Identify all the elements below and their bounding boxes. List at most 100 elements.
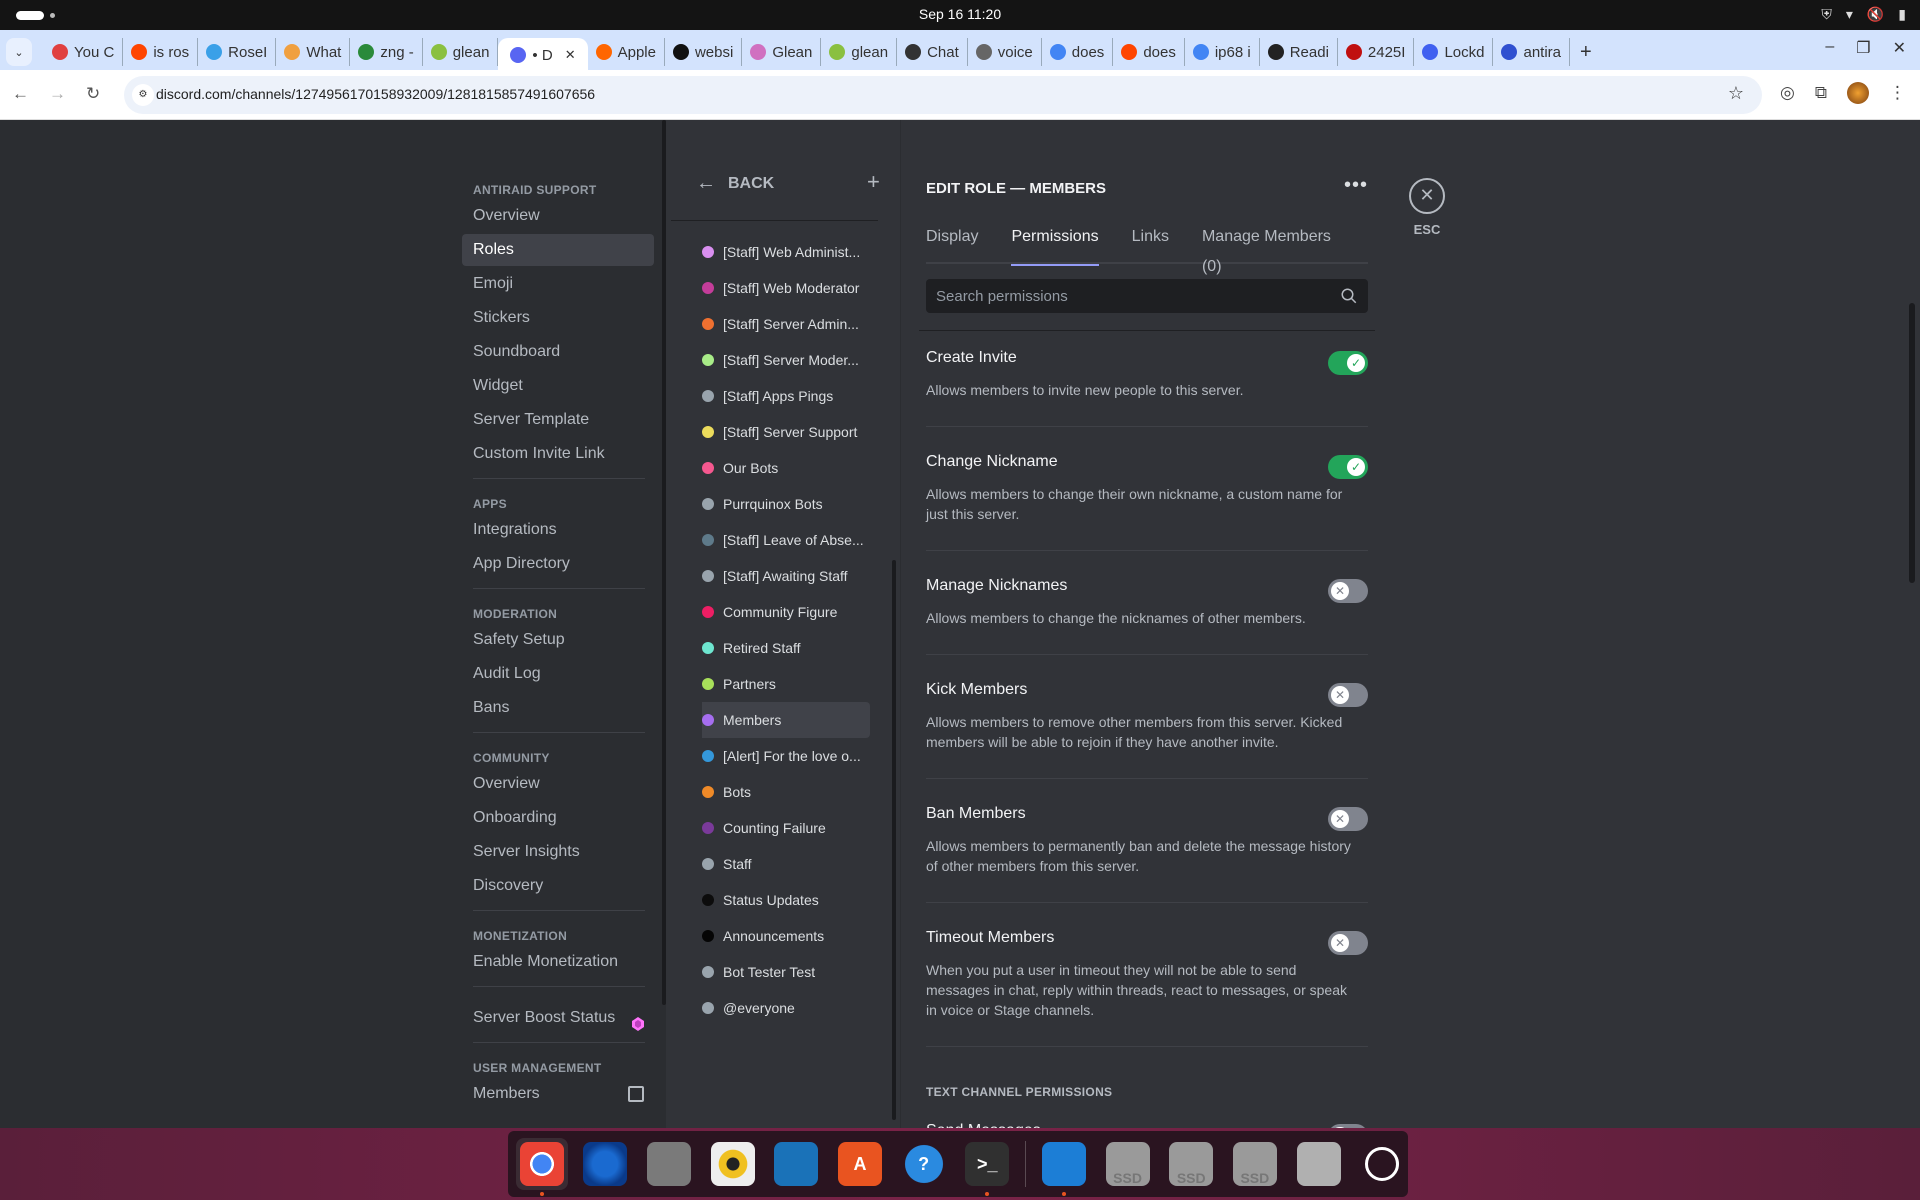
role-list-item[interactable]: [Staff] Server Moder... bbox=[702, 342, 894, 378]
permission-toggle[interactable]: ✕ bbox=[1328, 683, 1368, 707]
dock-app-ssd-3[interactable]: SSD bbox=[1229, 1138, 1281, 1190]
role-list-item[interactable]: [Staff] Leave of Abse... bbox=[702, 522, 894, 558]
create-role-button[interactable]: + bbox=[867, 169, 880, 195]
permission-toggle[interactable]: ✕ bbox=[1328, 807, 1368, 831]
role-list-item[interactable]: [Staff] Server Admin... bbox=[702, 306, 894, 342]
media-icon[interactable]: ◎ bbox=[1780, 83, 1795, 103]
dock-app-terminal[interactable]: >_ bbox=[961, 1138, 1013, 1196]
dock-app-help[interactable]: ? bbox=[898, 1138, 950, 1190]
tab-search-dropdown[interactable]: ⌄ bbox=[6, 38, 32, 66]
sidebar-item-widget[interactable]: Widget bbox=[462, 370, 654, 402]
role-list-item[interactable]: [Staff] Web Moderator bbox=[702, 270, 894, 306]
sidebar-item-app-directory[interactable]: App Directory bbox=[462, 548, 654, 580]
main-scrollbar[interactable] bbox=[1909, 303, 1915, 583]
sidebar-item-stickers[interactable]: Stickers bbox=[462, 302, 654, 334]
browser-tab[interactable]: ip68 i bbox=[1185, 38, 1260, 66]
browser-tab[interactable]: voice bbox=[968, 38, 1042, 66]
sidebar-item-soundboard[interactable]: Soundboard bbox=[462, 336, 654, 368]
address-bar[interactable]: ⚙ discord.com/channels/12749561701589320… bbox=[124, 76, 1762, 114]
close-tab-icon[interactable]: ✕ bbox=[565, 47, 576, 63]
role-list-item[interactable]: Our Bots bbox=[702, 450, 894, 486]
sidebar-item-server-insights[interactable]: Server Insights bbox=[462, 836, 654, 868]
tab-display[interactable]: Display bbox=[926, 222, 978, 264]
role-list-item[interactable]: [Alert] For the love o... bbox=[702, 738, 894, 774]
new-tab-button[interactable]: + bbox=[1580, 41, 1592, 64]
sidebar-item-safety-setup[interactable]: Safety Setup bbox=[462, 624, 654, 656]
browser-tab[interactable]: glean bbox=[423, 38, 499, 66]
browser-tab[interactable]: Chat bbox=[897, 38, 968, 66]
back-arrow-icon[interactable]: ← bbox=[12, 84, 29, 104]
maximize-button[interactable]: ❐ bbox=[1856, 38, 1870, 58]
system-tray[interactable]: ⛨ ▾ 🔇 ▮ bbox=[1821, 6, 1906, 23]
role-list-item[interactable]: Purrquinox Bots bbox=[702, 486, 894, 522]
dock-app-thunderbird[interactable] bbox=[580, 1138, 632, 1190]
search-permissions-input[interactable] bbox=[936, 279, 1326, 313]
browser-menu-icon[interactable]: ⋮ bbox=[1889, 83, 1906, 103]
close-settings-button[interactable]: ✕ ESC bbox=[1409, 178, 1445, 237]
sidebar-item-audit-log[interactable]: Audit Log bbox=[462, 658, 654, 690]
permission-toggle[interactable]: ✓ bbox=[1328, 351, 1368, 375]
dock-app-writer[interactable] bbox=[771, 1138, 823, 1190]
more-options-button[interactable]: ••• bbox=[1344, 174, 1368, 197]
role-list-item-partial[interactable] bbox=[702, 220, 894, 234]
dock-app-files[interactable] bbox=[643, 1138, 695, 1190]
dock-app-ssd-2[interactable]: SSD bbox=[1165, 1138, 1217, 1190]
dock-app-app-center[interactable]: A bbox=[834, 1138, 886, 1190]
forward-arrow-icon[interactable]: → bbox=[49, 84, 66, 104]
sidebar-item-members[interactable]: Members bbox=[462, 1078, 654, 1110]
browser-tab[interactable]: Readi bbox=[1260, 38, 1338, 66]
close-icon[interactable]: ✕ bbox=[1409, 178, 1445, 214]
back-button[interactable]: ← BACK bbox=[696, 172, 774, 195]
role-list-item[interactable]: [Staff] Server Support bbox=[702, 414, 894, 450]
sidebar-item-custom-invite-link[interactable]: Custom Invite Link bbox=[462, 438, 654, 470]
reload-icon[interactable]: ↻ bbox=[86, 84, 100, 104]
role-list-item[interactable]: Status Updates bbox=[702, 882, 894, 918]
permission-toggle[interactable]: ✕ bbox=[1328, 579, 1368, 603]
role-list-item[interactable]: Staff bbox=[702, 846, 894, 882]
search-icon[interactable] bbox=[1340, 287, 1358, 305]
bookmark-star-icon[interactable]: ☆ bbox=[1728, 83, 1744, 104]
role-list-item[interactable]: Counting Failure bbox=[702, 810, 894, 846]
role-list-scrollbar[interactable] bbox=[892, 560, 896, 1120]
url-text[interactable]: discord.com/channels/1274956170158932009… bbox=[156, 86, 595, 102]
role-list-item[interactable]: Partners bbox=[702, 666, 894, 702]
sidebar-item-roles[interactable]: Roles bbox=[462, 234, 654, 266]
browser-tab[interactable]: RoseI bbox=[198, 38, 277, 66]
tab-permissions[interactable]: Permissions bbox=[1011, 222, 1099, 266]
role-list-item[interactable]: @everyone bbox=[702, 990, 894, 1026]
sidebar-item-emoji[interactable]: Emoji bbox=[462, 268, 654, 300]
dock-app-vscode[interactable] bbox=[1038, 1138, 1090, 1196]
role-list-item[interactable]: Members bbox=[702, 702, 870, 738]
minimize-button[interactable]: – bbox=[1825, 38, 1834, 58]
browser-tab[interactable]: 2425I bbox=[1338, 38, 1415, 66]
role-list-item[interactable]: [Staff] Web Administ... bbox=[702, 234, 894, 270]
permission-toggle[interactable]: ✓ bbox=[1328, 455, 1368, 479]
browser-tab[interactable]: • D ✕ bbox=[498, 38, 588, 72]
browser-tab[interactable]: Apple bbox=[588, 38, 665, 66]
permission-toggle[interactable]: ✕ bbox=[1328, 931, 1368, 955]
sidebar-item-enable-monetization[interactable]: Enable Monetization bbox=[462, 946, 654, 978]
sidebar-item-bans[interactable]: Bans bbox=[462, 692, 654, 724]
role-list-item[interactable]: [Staff] Apps Pings bbox=[702, 378, 894, 414]
clock[interactable]: Sep 16 11:20 bbox=[0, 6, 1920, 22]
site-info-icon[interactable]: ⚙ bbox=[132, 84, 154, 106]
role-list-item[interactable]: [Staff] Awaiting Staff bbox=[702, 558, 894, 594]
dock-app-ssd-1[interactable]: SSD bbox=[1102, 1138, 1154, 1190]
role-list-item[interactable]: Announcements bbox=[702, 918, 894, 954]
extensions-puzzle-icon[interactable]: ⧉ bbox=[1815, 83, 1827, 103]
dock-app-trash[interactable] bbox=[1293, 1138, 1345, 1190]
browser-tab[interactable]: antira bbox=[1493, 38, 1571, 66]
browser-tab[interactable]: zng - bbox=[350, 38, 423, 66]
sidebar-item-discovery[interactable]: Discovery bbox=[462, 870, 654, 902]
browser-tab[interactable]: You C bbox=[44, 38, 124, 66]
browser-tab[interactable]: is ros bbox=[123, 38, 199, 66]
close-window-button[interactable]: ✕ bbox=[1893, 38, 1906, 58]
browser-tab[interactable]: What bbox=[276, 38, 351, 66]
role-list-item[interactable]: Community Figure bbox=[702, 594, 894, 630]
sidebar-item-server-boost-status[interactable]: Server Boost Status bbox=[462, 1002, 654, 1034]
role-list-item[interactable]: Bots bbox=[702, 774, 894, 810]
dock-app-show-apps[interactable] bbox=[1356, 1138, 1408, 1190]
browser-tab[interactable]: does bbox=[1042, 38, 1114, 66]
tab-manage-members[interactable]: Manage Members (0) bbox=[1202, 222, 1335, 275]
sidebar-item-server-template[interactable]: Server Template bbox=[462, 404, 654, 436]
